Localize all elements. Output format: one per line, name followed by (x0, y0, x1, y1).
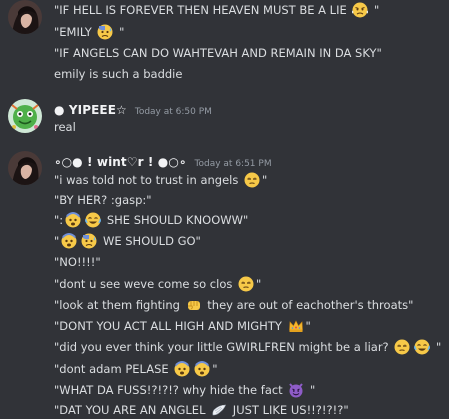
wing-icon[interactable] (211, 402, 227, 418)
unamused-face-icon[interactable] (394, 339, 410, 355)
message-line: "DONT YOU ACT ALL HIGH AND MIGHTY " (54, 318, 311, 334)
message-line: " WE SHOULD GO" (54, 233, 201, 249)
joy-face-icon[interactable] (414, 339, 431, 355)
message-line: "DAT YOU ARE AN ANGLEL JUST LIKE US!!?!?… (54, 402, 349, 418)
message-line: "dont u see weve come so clos " (54, 276, 262, 292)
message-line: "IF HELL IS FOREVER THEN HEAVEN MUST BE … (54, 2, 380, 18)
message-line: real (54, 120, 76, 134)
joy-face-icon[interactable] (85, 212, 102, 228)
message-header: ● YIPEEE☆ Today at 6:50 PM (54, 103, 212, 119)
fist-icon[interactable] (186, 297, 202, 313)
crown-icon[interactable] (288, 318, 304, 334)
fearful-face-icon[interactable] (174, 361, 190, 377)
unamused-face-icon[interactable] (238, 276, 254, 292)
message-line: "dont adam PELASE " (54, 361, 218, 377)
message-line: "WHAT DA FUSS!?!?!? why hide the fact " (54, 382, 316, 398)
message-line: ": SHE SHOULD KNOOWW" (54, 212, 249, 228)
fearful-face-icon[interactable] (61, 233, 77, 249)
angry-steam-face-icon[interactable] (352, 2, 369, 18)
anxious-sweat-face-icon[interactable] (97, 24, 113, 40)
smiling-imp-face-icon[interactable] (288, 382, 304, 398)
timestamp[interactable]: Today at 6:51 PM (195, 159, 272, 169)
anxious-sweat-face-icon[interactable] (81, 233, 97, 249)
message-line: "did you ever think your little GWIRLFRE… (54, 339, 442, 355)
message-line: "i was told not to trust in angels " (54, 172, 268, 188)
username[interactable]: ∘○● ! wint♡r ! ●○∘ (54, 155, 187, 169)
avatar[interactable] (8, 0, 42, 34)
avatar[interactable] (8, 151, 42, 185)
message-line: emily is such a baddie (54, 67, 183, 81)
message-line: "look at them fighting they are out of e… (54, 297, 414, 313)
timestamp[interactable]: Today at 6:50 PM (135, 107, 212, 117)
message-line: "EMILY " (54, 24, 125, 40)
fearful-face-icon[interactable] (194, 361, 210, 377)
username[interactable]: ● YIPEEE☆ (54, 103, 127, 117)
message-line: "BY HER? :gasp:" (54, 193, 152, 207)
message-line: "NO!!!!" (54, 255, 101, 269)
chat-message-list: "IF HELL IS FOREVER THEN HEAVEN MUST BE … (0, 0, 449, 419)
fearful-face-icon[interactable] (65, 212, 81, 228)
unamused-face-icon[interactable] (244, 172, 260, 188)
message-header: ∘○● ! wint♡r ! ●○∘ Today at 6:51 PM (54, 155, 272, 171)
avatar[interactable] (8, 99, 42, 133)
message-line: "IF ANGELS CAN DO WAHTEVAH AND REMAIN IN… (54, 46, 382, 60)
